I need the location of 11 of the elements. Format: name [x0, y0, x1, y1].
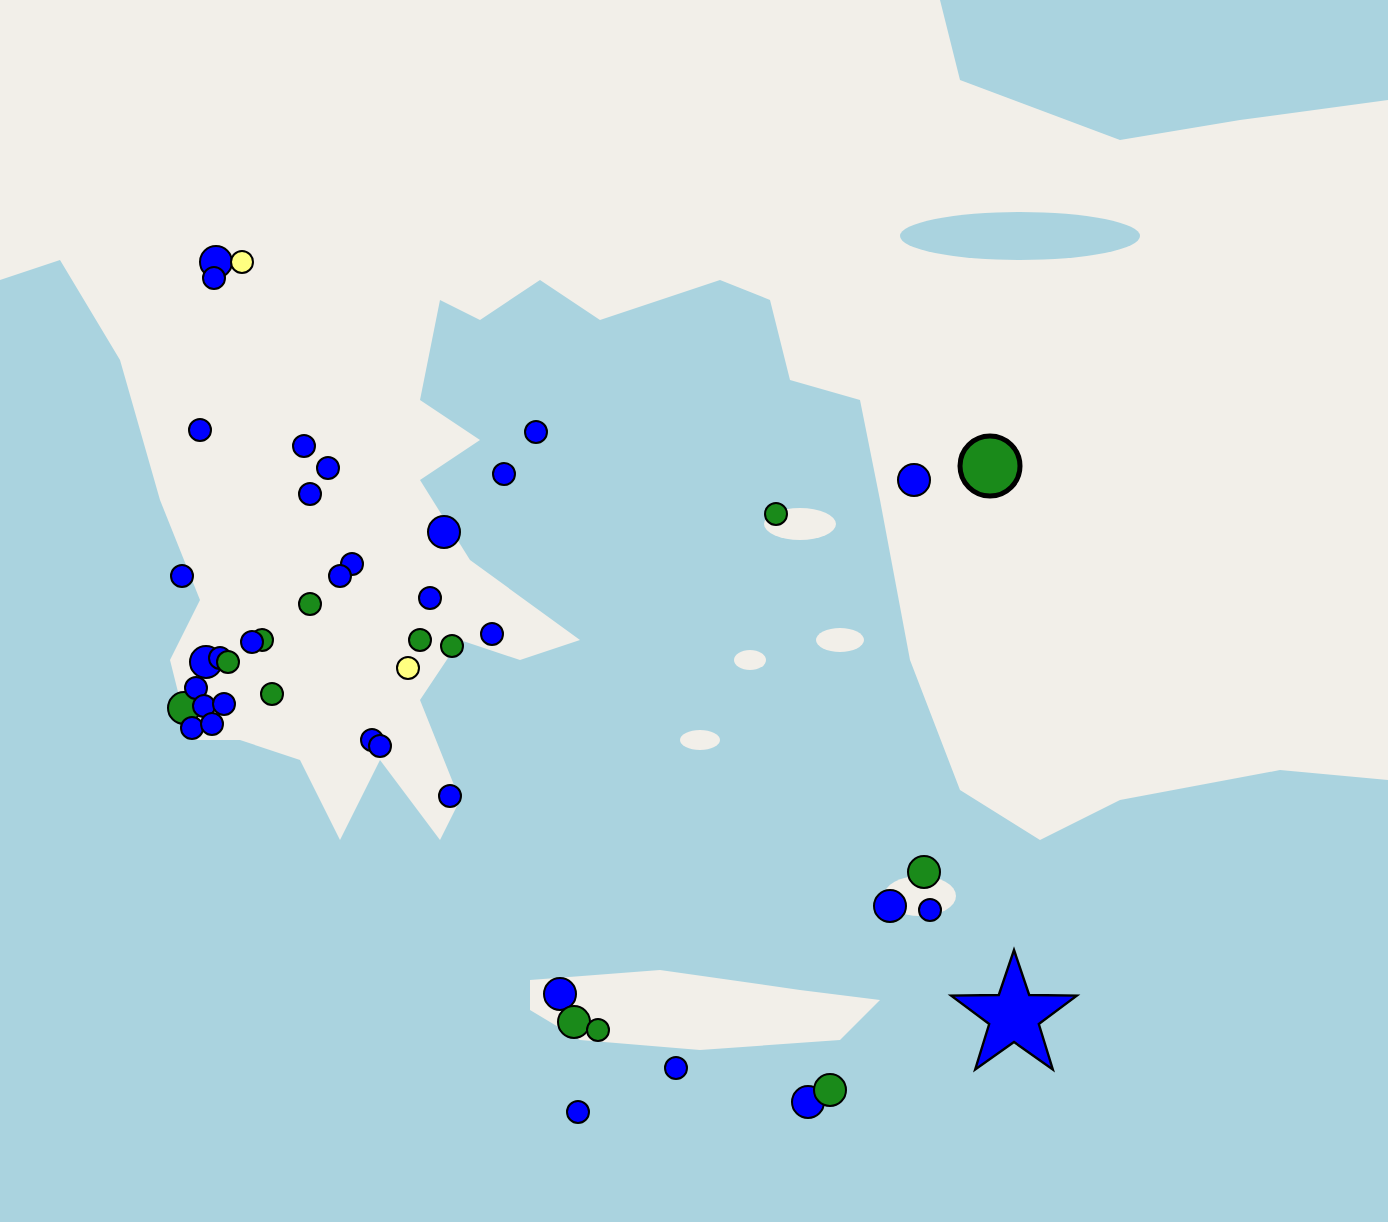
island-shape: [734, 650, 766, 670]
island-shape: [816, 628, 864, 652]
earthquake-marker[interactable]: [557, 1005, 591, 1039]
island-shape: [680, 730, 720, 750]
earthquake-marker[interactable]: [427, 515, 461, 549]
earthquake-marker[interactable]: [543, 977, 577, 1011]
earthquake-marker[interactable]: [813, 1073, 847, 1107]
earthquake-marker[interactable]: [907, 855, 941, 889]
star-marker[interactable]: [947, 946, 1081, 1073]
earthquake-marker[interactable]: [897, 463, 931, 497]
earthquake-marker[interactable]: [873, 889, 907, 923]
